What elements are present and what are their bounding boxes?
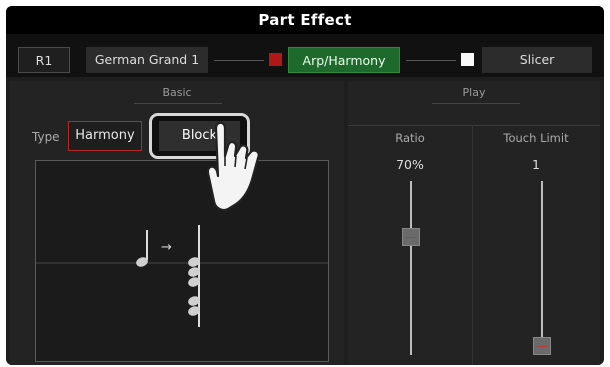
touch-limit-slider-thumb[interactable]: [533, 337, 551, 355]
touch-limit-label: Touch Limit: [503, 131, 569, 145]
play-panel: Play Ratio 70% Touch Limit 1: [348, 81, 600, 365]
ratio-slider-track[interactable]: [410, 181, 412, 355]
slicer-indicator: [461, 53, 474, 66]
basic-heading-line: [134, 103, 222, 104]
basic-panel: Basic Type Harmony Block →: [10, 81, 344, 365]
slicer-button[interactable]: Slicer: [482, 47, 592, 73]
ratio-slider-thumb[interactable]: [402, 227, 420, 246]
part-button[interactable]: R1: [18, 47, 70, 73]
divider-line: [214, 60, 264, 61]
pointing-hand-icon: [206, 121, 260, 212]
harmony-notation-diagram: →: [36, 225, 328, 327]
arp-harmony-indicator: [269, 53, 282, 66]
voice-name-button[interactable]: German Grand 1: [86, 47, 208, 73]
touch-limit-value: 1: [532, 157, 540, 172]
arp-harmony-button[interactable]: Arp/Harmony: [288, 47, 400, 73]
ratio-value: 70%: [396, 157, 424, 172]
play-heading-line: [432, 103, 520, 104]
play-heading: Play: [462, 86, 486, 99]
ratio-label: Ratio: [395, 131, 425, 145]
harmony-preview: →: [35, 160, 329, 362]
column-header-line: [348, 125, 600, 126]
top-bar: R1 German Grand 1 Arp/Harmony Slicer: [6, 34, 604, 77]
touch-limit-slider-track[interactable]: [541, 181, 543, 355]
divider-line: [406, 60, 456, 61]
part-effect-screen: Part Effect R1 German Grand 1 Arp/Harmon…: [6, 6, 604, 365]
page-title: Part Effect: [6, 6, 604, 34]
basic-heading: Basic: [162, 86, 192, 99]
type-label: Type: [32, 130, 60, 144]
harmony-type-button[interactable]: Harmony: [68, 121, 142, 151]
svg-text:→: →: [161, 240, 172, 255]
